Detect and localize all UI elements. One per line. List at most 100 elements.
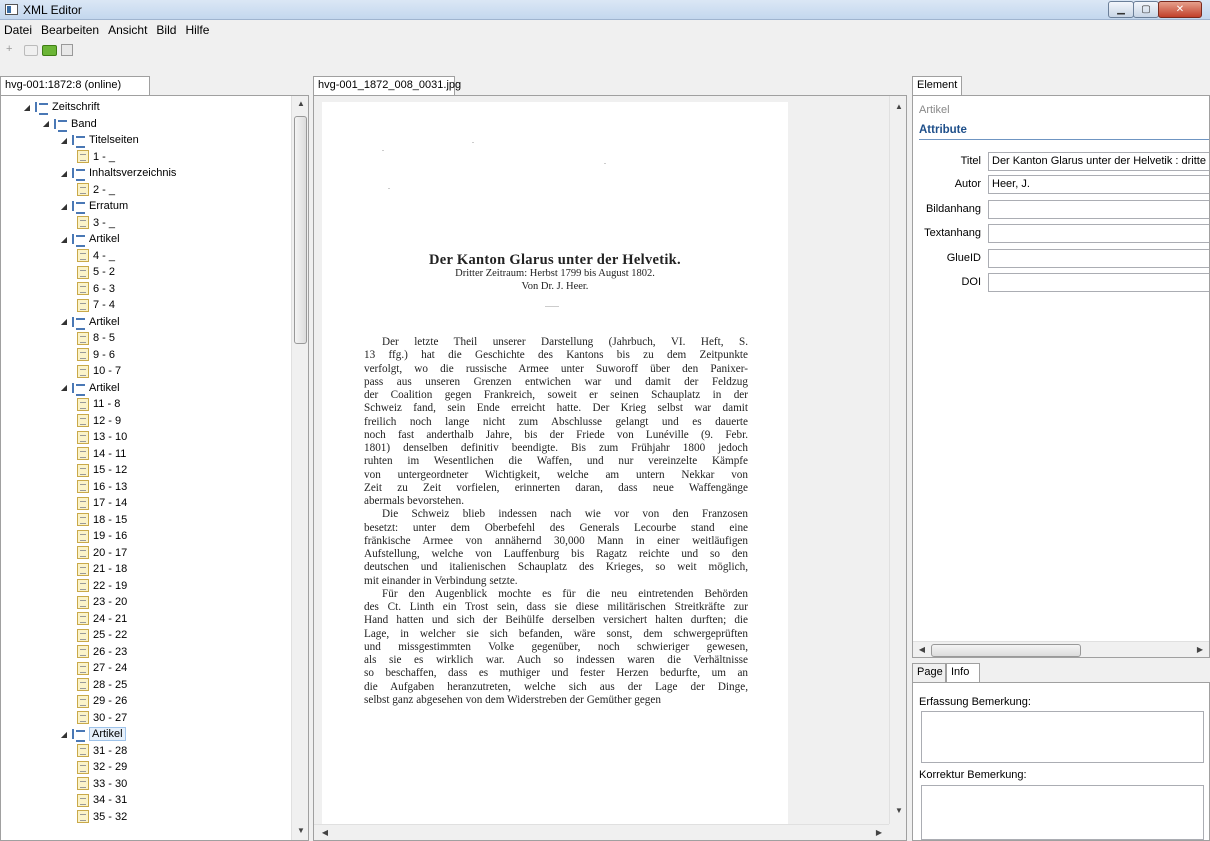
tree-page-node[interactable]: 6 - 3	[75, 281, 115, 297]
save-icon[interactable]	[61, 44, 73, 56]
expand-arrow-icon[interactable]: ◢	[58, 136, 70, 145]
tree-page-node[interactable]: 11 - 8	[75, 396, 120, 412]
expand-arrow-icon[interactable]: ◢	[58, 383, 70, 392]
title-bar: XML Editor ▁ ▢ ✕	[0, 0, 1210, 20]
expand-arrow-icon[interactable]: ◢	[58, 235, 70, 244]
tree-page-node[interactable]: 32 - 29	[75, 759, 127, 775]
tree-page-node[interactable]: 22 - 19	[75, 578, 127, 594]
scroll-up-arrow-icon[interactable]: ▲	[292, 99, 308, 108]
scroll-up-arrow-icon[interactable]: ▲	[890, 102, 906, 111]
tree-page-node[interactable]: 34 - 31	[75, 792, 127, 808]
tree-folder-node[interactable]: ◢ Erratum	[58, 198, 128, 214]
menu-datei[interactable]: Datei	[4, 23, 32, 37]
scroll-left-arrow-icon[interactable]: ◀	[917, 645, 927, 654]
expand-arrow-icon[interactable]: ◢	[58, 169, 70, 178]
tab-image[interactable]: hvg-001_1872_008_0031.jpg	[313, 76, 461, 95]
tree-node-label: 5 - 2	[93, 266, 116, 278]
autor-field[interactable]: Heer, J.	[988, 175, 1209, 194]
tree-node-label: 23 - 20	[93, 596, 128, 608]
scroll-down-arrow-icon[interactable]: ▼	[292, 826, 308, 835]
expand-arrow-icon[interactable]: ◢	[58, 317, 70, 326]
tree-folder-node[interactable]: ◢ Artikel	[58, 231, 120, 247]
tree-page-node[interactable]: 10 - 7	[75, 363, 121, 379]
tree-page-node[interactable]: 7 - 4	[75, 297, 115, 313]
tree-page-node[interactable]: 19 - 16	[75, 528, 127, 544]
element-scroll-thumb[interactable]	[931, 644, 1081, 657]
expand-arrow-icon[interactable]: ◢	[58, 730, 70, 739]
open-folder-green-icon[interactable]	[42, 45, 57, 56]
tab-info[interactable]: Info	[946, 663, 980, 682]
tree-page-node[interactable]: 28 - 25	[75, 677, 127, 693]
expand-arrow-icon[interactable]: ◢	[21, 103, 33, 112]
tree-page-node[interactable]: 18 - 15	[75, 512, 127, 528]
maximize-button[interactable]: ▢	[1133, 1, 1159, 18]
tree-page-node[interactable]: 29 - 26	[75, 693, 127, 709]
tree-page-node[interactable]: 15 - 12	[75, 462, 127, 478]
tree-vertical-scrollbar[interactable]: ▲ ▼	[291, 96, 308, 840]
tree-page-node[interactable]: 33 - 30	[75, 776, 127, 792]
tree-page-node[interactable]: 31 - 28	[75, 743, 127, 759]
tab-tree[interactable]: hvg-001:1872:8 (online)	[0, 76, 150, 95]
scroll-down-arrow-icon[interactable]: ▼	[890, 806, 906, 815]
tree-folder-node[interactable]: ◢ Inhaltsverzeichnis	[58, 165, 176, 181]
close-button[interactable]: ✕	[1158, 1, 1202, 18]
tree-folder-node[interactable]: ◢ Artikel	[58, 380, 120, 396]
tree-page-node[interactable]: 26 - 23	[75, 644, 127, 660]
tab-page[interactable]: Page	[912, 663, 946, 682]
scroll-right-arrow-icon[interactable]: ▶	[1195, 645, 1205, 654]
tree-page-node[interactable]: 20 - 17	[75, 545, 127, 561]
tree-node-label: Artikel	[89, 727, 126, 741]
scroll-left-arrow-icon[interactable]: ◀	[320, 828, 330, 837]
korrektur-textarea[interactable]	[921, 785, 1204, 840]
tree-page-node[interactable]: 17 - 14	[75, 495, 127, 511]
scroll-right-arrow-icon[interactable]: ▶	[874, 828, 884, 837]
tree-folder-node[interactable]: ◢ Artikel	[58, 314, 120, 330]
viewer-horizontal-scrollbar[interactable]: ◀ ▶	[314, 824, 889, 840]
tree-page-node[interactable]: 23 - 20	[75, 594, 127, 610]
tree-node-label: 22 - 19	[93, 579, 128, 592]
tree-page-node[interactable]: 16 - 13	[75, 479, 127, 495]
tree-page-node[interactable]: 3 - _	[75, 215, 115, 231]
tree-page-node[interactable]: 24 - 21	[75, 611, 127, 627]
bildanhang-field[interactable]	[988, 200, 1209, 219]
glueid-field[interactable]	[988, 249, 1209, 268]
tree-page-node[interactable]: 8 - 5	[75, 330, 115, 346]
tree-page-node[interactable]: 12 - 9	[75, 413, 121, 429]
tree-scroll-thumb[interactable]	[294, 116, 307, 344]
document-text-line: Schweiz fand, sein Ende erreicht hatte. …	[364, 402, 748, 415]
tree-page-node[interactable]: 5 - 2	[75, 264, 115, 280]
tree-page-node[interactable]: 14 - 11	[75, 446, 126, 462]
expand-arrow-icon[interactable]: ◢	[40, 119, 52, 128]
tab-element[interactable]: Element	[912, 76, 962, 95]
tree-folder-node[interactable]: ◢ Band	[40, 116, 97, 132]
tree-folder-node[interactable]: ◢ Zeitschrift	[21, 99, 100, 115]
tree-page-node[interactable]: 2 - _	[75, 182, 115, 198]
open-folder-icon[interactable]	[24, 45, 38, 56]
tree-page-node[interactable]: 13 - 10	[75, 429, 127, 445]
tree-page-node[interactable]: 1 - _	[75, 149, 115, 165]
tree-page-node[interactable]: 9 - 6	[75, 347, 115, 363]
menu-bearbeiten[interactable]: Bearbeiten	[41, 23, 99, 37]
doi-field[interactable]	[988, 273, 1209, 292]
expand-arrow-icon[interactable]: ◢	[58, 202, 70, 211]
tree-folder-node[interactable]: ◢ Artikel	[58, 726, 126, 742]
viewer-vertical-scrollbar[interactable]: ▲ ▼	[889, 96, 906, 824]
element-horizontal-scrollbar[interactable]: ◀ ▶	[913, 641, 1209, 657]
tree-page-node[interactable]: 30 - 27	[75, 710, 127, 726]
menu-hilfe[interactable]: Hilfe	[185, 23, 209, 37]
erfassung-textarea[interactable]	[921, 711, 1204, 763]
tree-page-node[interactable]: 4 - _	[75, 248, 115, 264]
tree-page-node[interactable]: 25 - 22	[75, 627, 127, 643]
menu-ansicht[interactable]: Ansicht	[108, 23, 147, 37]
textanhang-field[interactable]	[988, 224, 1209, 243]
minimize-button[interactable]: ▁	[1108, 1, 1134, 18]
tree-page-node[interactable]: 35 - 32	[75, 809, 127, 825]
titel-field[interactable]: Der Kanton Glarus unter der Helvetik : d…	[988, 152, 1209, 171]
tree-page-node[interactable]: 27 - 24	[75, 660, 127, 676]
new-icon[interactable]	[4, 41, 20, 57]
tree-page-node[interactable]: 21 - 18	[75, 561, 127, 577]
scan-speck	[545, 306, 559, 307]
page-icon	[77, 513, 89, 526]
tree-folder-node[interactable]: ◢ Titelseiten	[58, 132, 139, 148]
menu-bild[interactable]: Bild	[156, 23, 176, 37]
